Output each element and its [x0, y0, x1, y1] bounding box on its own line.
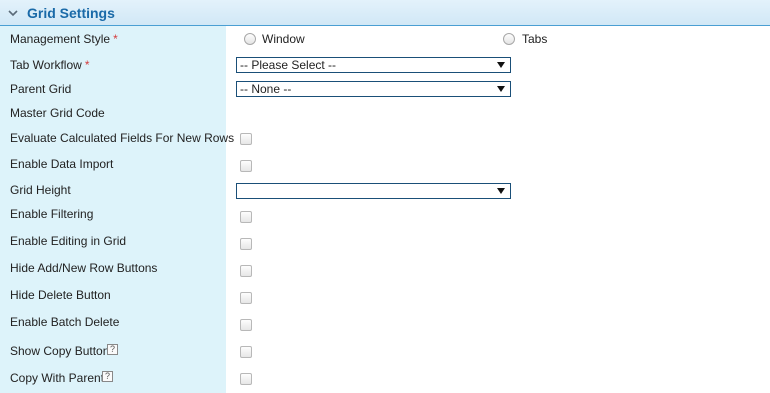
hide-delete-label: Hide Delete Button [10, 288, 111, 302]
radio-tabs[interactable] [503, 33, 515, 45]
enable-data-import-checkbox[interactable] [240, 160, 252, 172]
parent-grid-value: -- None -- [240, 82, 292, 96]
dropdown-arrow-icon [497, 62, 505, 68]
parent-grid-row: Parent Grid -- None -- [0, 76, 770, 102]
show-copy-button-label: Show Copy Button [10, 344, 110, 358]
required-marker: * [113, 32, 118, 46]
evaluate-calculated-row: Evaluate Calculated Fields For New Rows [0, 125, 770, 151]
management-style-row: Management Style * Window Tabs [0, 26, 770, 52]
radio-window-label: Window [262, 32, 305, 46]
copy-with-parent-checkbox[interactable] [240, 373, 252, 385]
section-header[interactable]: Grid Settings [0, 0, 770, 26]
required-marker: * [84, 58, 90, 72]
master-grid-code-label: Master Grid Code [10, 106, 105, 120]
hide-add-new-checkbox[interactable] [240, 265, 252, 277]
enable-data-import-row: Enable Data Import [0, 151, 770, 177]
enable-editing-row: Enable Editing in Grid [0, 228, 770, 254]
enable-filtering-label: Enable Filtering [10, 207, 94, 221]
enable-editing-checkbox[interactable] [240, 238, 252, 250]
enable-batch-delete-checkbox[interactable] [240, 319, 252, 331]
enable-batch-delete-row: Enable Batch Delete [0, 309, 770, 335]
hide-delete-checkbox[interactable] [240, 292, 252, 304]
help-icon[interactable]: ? [107, 344, 118, 355]
enable-editing-label: Enable Editing in Grid [10, 234, 127, 248]
tab-workflow-select[interactable]: -- Please Select -- [236, 57, 511, 73]
hide-delete-row: Hide Delete Button [0, 282, 770, 308]
evaluate-calculated-checkbox[interactable] [240, 133, 252, 145]
chevron-down-icon[interactable] [8, 8, 18, 18]
grid-height-row: Grid Height [0, 177, 770, 203]
enable-data-import-label: Enable Data Import [10, 157, 114, 171]
parent-grid-label: Parent Grid [10, 82, 72, 96]
enable-batch-delete-label: Enable Batch Delete [10, 315, 120, 329]
enable-filtering-row: Enable Filtering [0, 201, 770, 227]
dropdown-arrow-icon [497, 188, 505, 194]
enable-filtering-checkbox[interactable] [240, 211, 252, 223]
dropdown-arrow-icon [497, 86, 505, 92]
tab-workflow-label: Tab Workflow * [10, 58, 90, 72]
tab-workflow-row: Tab Workflow * -- Please Select -- [0, 52, 770, 78]
management-style-label: Management Style * [10, 32, 118, 46]
parent-grid-select[interactable]: -- None -- [236, 81, 511, 97]
hide-add-new-row: Hide Add/New Row Buttons [0, 255, 770, 281]
copy-with-parent-row: Copy With Parent ? [0, 365, 770, 391]
radio-tabs-label: Tabs [522, 32, 548, 46]
help-icon[interactable]: ? [102, 371, 113, 382]
evaluate-calculated-label: Evaluate Calculated Fields For New Rows [10, 131, 235, 145]
show-copy-button-checkbox[interactable] [240, 346, 252, 358]
section-title: Grid Settings [27, 5, 115, 21]
radio-window[interactable] [244, 33, 256, 45]
master-grid-code-row: Master Grid Code [0, 100, 770, 126]
show-copy-button-row: Show Copy Button ? [0, 338, 770, 364]
copy-with-parent-label: Copy With Parent [10, 371, 105, 385]
grid-height-select[interactable] [236, 183, 511, 199]
grid-height-label: Grid Height [10, 183, 71, 197]
hide-add-new-label: Hide Add/New Row Buttons [10, 261, 158, 275]
tab-workflow-value: -- Please Select -- [240, 58, 337, 72]
